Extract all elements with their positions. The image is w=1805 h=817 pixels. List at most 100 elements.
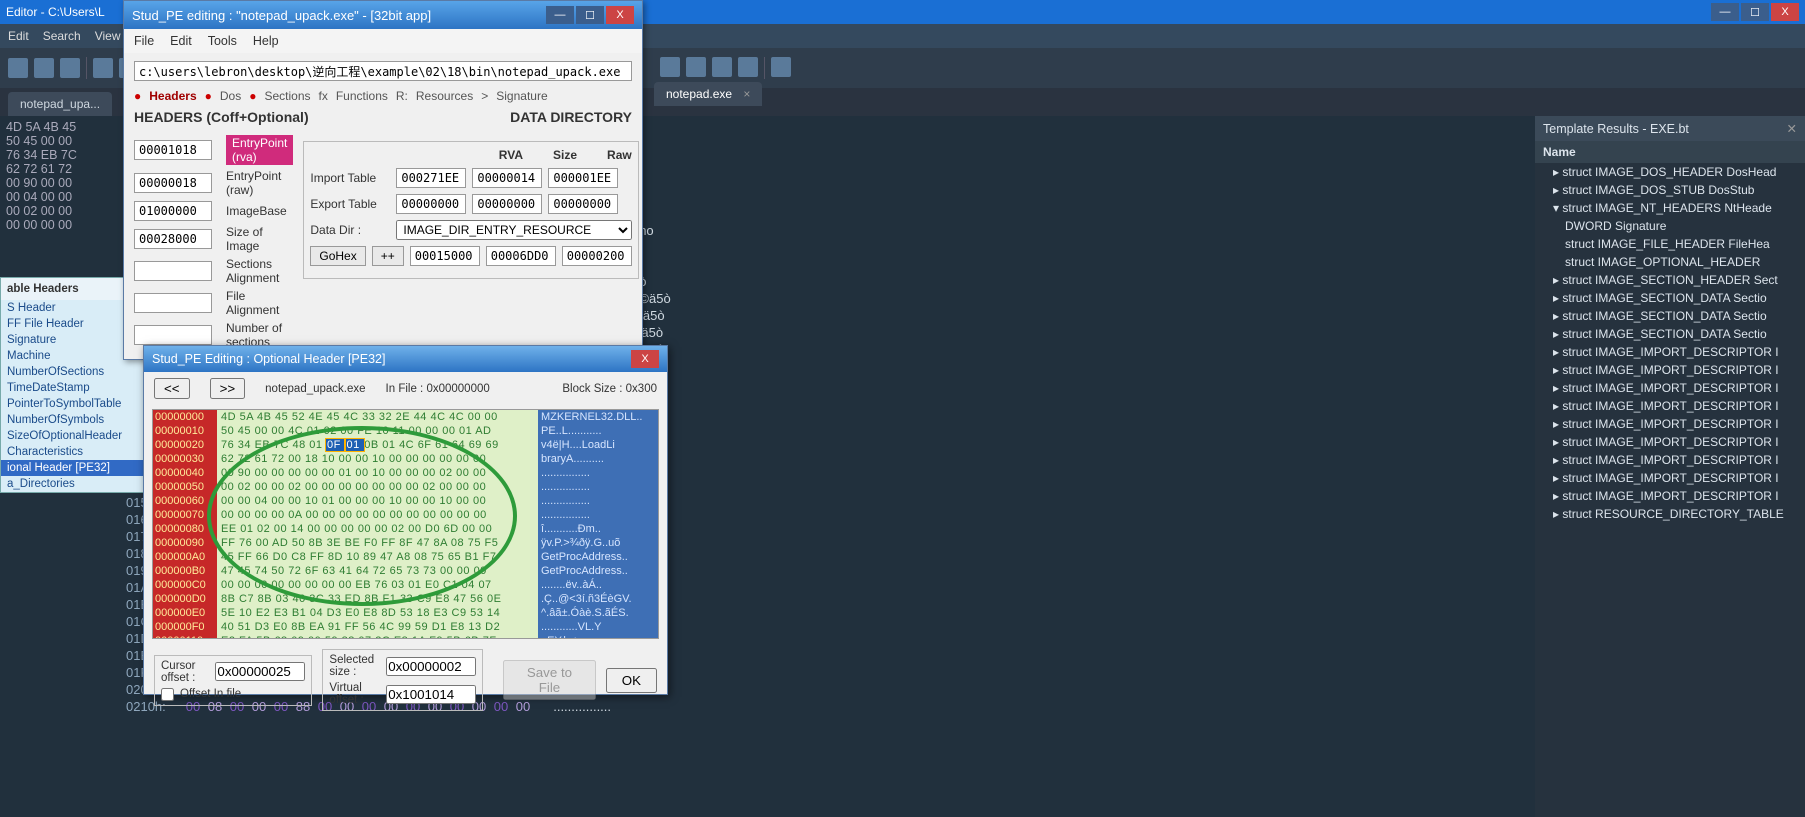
virtual-offset-input[interactable] — [386, 685, 476, 704]
tree-item[interactable]: ▸ struct IMAGE_IMPORT_DESCRIPTOR I — [1535, 469, 1805, 487]
hexdlg-prev-button[interactable]: << — [154, 378, 190, 399]
dd-row-label: Export Table — [310, 197, 390, 211]
selected-size-label: Selected size : — [329, 654, 380, 678]
hexdlg-titlebar[interactable]: Stud_PE Editing : Optional Header [PE32]… — [144, 346, 667, 372]
studpe-menu-edit[interactable]: Edit — [170, 34, 192, 48]
tree-item[interactable]: ▸ struct IMAGE_DOS_HEADER DosHead — [1535, 163, 1805, 181]
dd-size-input[interactable] — [472, 168, 542, 188]
studpe-menubar: File Edit Tools Help — [124, 29, 642, 53]
toolbar-icon[interactable] — [8, 58, 28, 78]
tree-item[interactable]: DWORD Signature — [1535, 217, 1805, 235]
plusplus-button[interactable]: ++ — [372, 246, 404, 266]
template-tree[interactable]: ▸ struct IMAGE_DOS_HEADER DosHead▸ struc… — [1535, 163, 1805, 817]
tab-notepad-upack[interactable]: notepad_upa... — [8, 92, 112, 116]
datadir-label: Data Dir : — [310, 223, 390, 237]
tree-item[interactable]: ▸ struct IMAGE_IMPORT_DESCRIPTOR I — [1535, 487, 1805, 505]
tree-item[interactable]: ▸ struct IMAGE_IMPORT_DESCRIPTOR I — [1535, 451, 1805, 469]
crumb-functions[interactable]: Functions — [336, 89, 388, 103]
studpe-minimize-button[interactable]: — — [546, 6, 574, 24]
offset-in-file-label: Offset In file — [180, 688, 241, 700]
studpe-menu-file[interactable]: File — [134, 34, 154, 48]
template-results-panel: Template Results - EXE.bt ✕ Name ▸ struc… — [1535, 116, 1805, 817]
studpe-menu-tools[interactable]: Tools — [208, 34, 237, 48]
selected-size-input[interactable] — [386, 657, 476, 676]
datadir-select[interactable]: IMAGE_DIR_ENTRY_RESOURCE — [396, 220, 631, 240]
dd-size-input[interactable] — [472, 194, 542, 214]
crumb-dos[interactable]: Dos — [220, 89, 241, 103]
header-field-input[interactable] — [134, 261, 212, 281]
toolbar-separator — [764, 57, 765, 79]
crumb-headers[interactable]: Headers — [149, 89, 196, 103]
dd-rva-input[interactable] — [396, 168, 466, 188]
hexdlg-block-label: Block Size : 0x300 — [562, 383, 657, 395]
studpe-path-input[interactable] — [134, 61, 632, 81]
tree-item[interactable]: struct IMAGE_OPTIONAL_HEADER — [1535, 253, 1805, 271]
tab-notepad-exe[interactable]: notepad.exe × — [654, 82, 762, 106]
tree-item[interactable]: ▸ struct IMAGE_IMPORT_DESCRIPTOR I — [1535, 397, 1805, 415]
ok-button[interactable]: OK — [606, 668, 657, 693]
tree-item[interactable]: ▸ struct IMAGE_SECTION_DATA Sectio — [1535, 289, 1805, 307]
crumb-signature[interactable]: Signature — [496, 89, 547, 103]
studpe-close-button[interactable]: X — [606, 6, 634, 24]
hexdlg-close-button[interactable]: X — [631, 350, 659, 368]
toolbar-icon[interactable] — [60, 58, 80, 78]
studpe-maximize-button[interactable]: ☐ — [576, 6, 604, 24]
dd-rva-input[interactable] — [396, 194, 466, 214]
toolbar-icon[interactable] — [660, 57, 680, 77]
studpe-titlebar[interactable]: Stud_PE editing : "notepad_upack.exe" - … — [124, 1, 642, 29]
tree-item[interactable]: struct IMAGE_FILE_HEADER FileHea — [1535, 235, 1805, 253]
menu-search[interactable]: Search — [43, 29, 81, 43]
header-field-input[interactable] — [134, 173, 212, 193]
panel-title-label: Template Results - EXE.bt — [1543, 122, 1689, 136]
tree-item[interactable]: ▾ struct IMAGE_NT_HEADERS NtHeade — [1535, 199, 1805, 217]
save-to-file-button[interactable]: Save to File — [503, 660, 596, 700]
virtual-offset-label: Virtual offset : — [329, 682, 380, 706]
tree-item[interactable]: ▸ struct IMAGE_IMPORT_DESCRIPTOR I — [1535, 361, 1805, 379]
tree-item[interactable]: ▸ struct RESOURCE_DIRECTORY_TABLE — [1535, 505, 1805, 523]
main-minimize-button[interactable]: — — [1711, 3, 1739, 21]
hexdlg-hexview[interactable]: 000000004D 5A 4B 45 52 4E 45 4C 33 32 2E… — [152, 409, 659, 639]
tree-item[interactable]: ▸ struct IMAGE_IMPORT_DESCRIPTOR I — [1535, 343, 1805, 361]
hexdlg-next-button[interactable]: >> — [210, 378, 246, 399]
header-field-label: File Alignment — [226, 289, 293, 317]
tree-item[interactable]: ▸ struct IMAGE_SECTION_DATA Sectio — [1535, 307, 1805, 325]
gohex-size[interactable] — [486, 246, 556, 266]
gohex-button[interactable]: GoHex — [310, 246, 365, 266]
crumb-resources[interactable]: Resources — [416, 89, 473, 103]
tab-close-icon[interactable]: × — [743, 87, 750, 101]
tree-item[interactable]: ▸ struct IMAGE_SECTION_HEADER Sect — [1535, 271, 1805, 289]
header-field-input[interactable] — [134, 325, 212, 345]
tree-item[interactable]: ▸ struct IMAGE_IMPORT_DESCRIPTOR I — [1535, 433, 1805, 451]
gohex-raw[interactable] — [562, 246, 632, 266]
cursor-offset-label: Cursor offset : — [161, 660, 209, 684]
headers-heading: HEADERS (Coff+Optional) — [134, 109, 309, 125]
studpe-window: Stud_PE editing : "notepad_upack.exe" - … — [123, 0, 643, 360]
toolbar-icon[interactable] — [34, 58, 54, 78]
crumb-sections[interactable]: Sections — [264, 89, 310, 103]
tree-item[interactable]: ▸ struct IMAGE_DOS_STUB DosStub — [1535, 181, 1805, 199]
header-field-input[interactable] — [134, 201, 212, 221]
gohex-rva[interactable] — [410, 246, 480, 266]
header-field-input[interactable] — [134, 140, 212, 160]
toolbar-icon[interactable] — [712, 57, 732, 77]
header-field-input[interactable] — [134, 229, 212, 249]
studpe-hex-dialog: Stud_PE Editing : Optional Header [PE32]… — [143, 345, 668, 695]
toolbar-icon[interactable] — [771, 57, 791, 77]
header-field-input[interactable] — [134, 293, 212, 313]
menu-edit[interactable]: Edit — [8, 29, 29, 43]
main-maximize-button[interactable]: ☐ — [1741, 3, 1769, 21]
studpe-menu-help[interactable]: Help — [253, 34, 279, 48]
toolbar-icon[interactable] — [93, 58, 113, 78]
dd-raw-input[interactable] — [548, 194, 618, 214]
menu-view[interactable]: View — [95, 29, 121, 43]
tree-item[interactable]: ▸ struct IMAGE_IMPORT_DESCRIPTOR I — [1535, 415, 1805, 433]
toolbar-icon[interactable] — [738, 57, 758, 77]
tree-item[interactable]: ▸ struct IMAGE_SECTION_DATA Sectio — [1535, 325, 1805, 343]
panel-close-icon[interactable]: ✕ — [1787, 121, 1797, 136]
cursor-offset-input[interactable] — [215, 662, 305, 681]
main-close-button[interactable]: X — [1771, 3, 1799, 21]
tree-item[interactable]: ▸ struct IMAGE_IMPORT_DESCRIPTOR I — [1535, 379, 1805, 397]
toolbar-icon[interactable] — [686, 57, 706, 77]
offset-in-file-checkbox[interactable] — [161, 688, 174, 701]
dd-raw-input[interactable] — [548, 168, 618, 188]
